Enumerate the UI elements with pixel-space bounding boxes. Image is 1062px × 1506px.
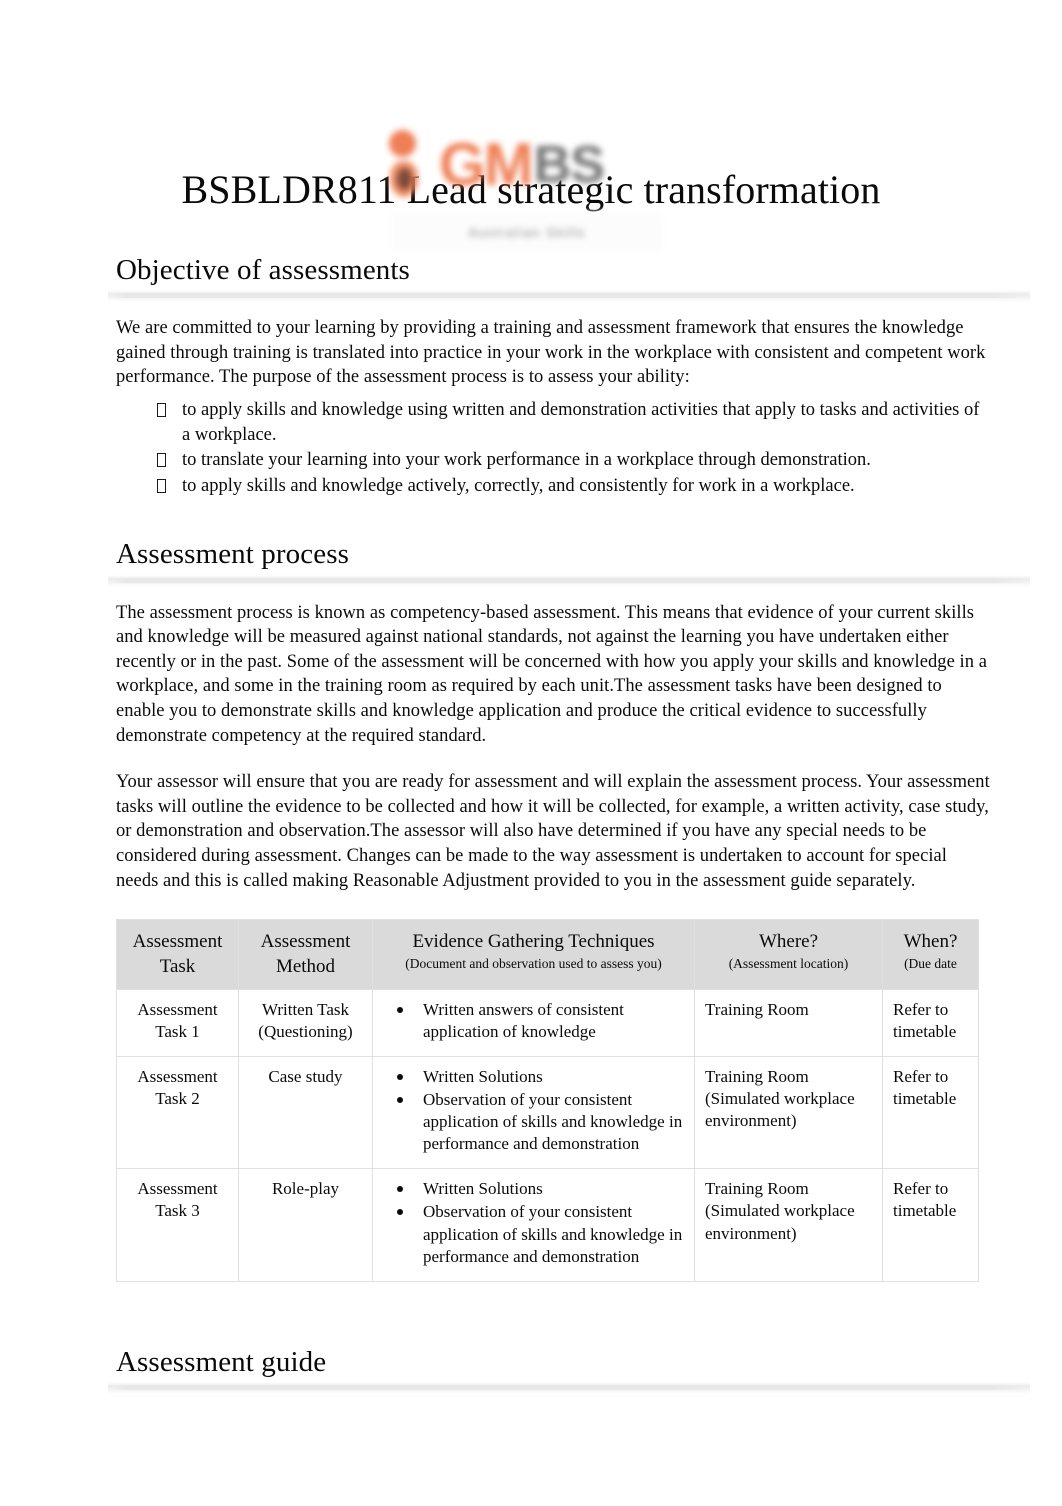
column-header-assessment-method: Assessment Method — [238, 919, 373, 990]
cell-assessment-task: Assessment Task 2 — [116, 1055, 239, 1170]
table-header-row: Assessment Task Assessment Method Eviden… — [116, 919, 979, 990]
logo-mark-icon — [381, 128, 427, 202]
table-row: Assessment Task 3 Role-play Written Solu… — [116, 1168, 979, 1282]
cell-evidence: Written Solutions Observation of your co… — [372, 1055, 695, 1170]
logo-dot-bottom-icon — [390, 161, 418, 197]
cell-when: Refer to timetable — [882, 1168, 979, 1282]
list-item: Written answers of consistent applicatio… — [397, 999, 684, 1043]
missing-glyph-bullet-icon — [157, 478, 166, 493]
column-header-sublabel: (Document and observation used to assess… — [405, 955, 662, 971]
logo-subtitle-band: Australian Skills — [391, 212, 663, 252]
list-item-label: to apply skills and knowledge actively, … — [182, 475, 855, 496]
cell-where: Training Room (Simulated workplace envir… — [694, 1168, 883, 1282]
column-header-label: When? — [903, 931, 958, 953]
list-item-label: Observation of your consistent applicati… — [423, 1202, 683, 1266]
cell-when: Refer to timetable — [882, 1055, 979, 1170]
cell-when: Refer to timetable — [882, 988, 979, 1058]
column-header-where: Where? (Assessment location) — [694, 919, 883, 990]
list-item: Observation of your consistent applicati… — [397, 1089, 684, 1155]
table-row: Assessment Task 1 Written Task (Question… — [116, 988, 979, 1058]
heading-divider — [108, 290, 1030, 303]
logo-wordmark: GM BS — [427, 128, 681, 202]
list-item: to apply skills and knowledge using writ… — [154, 398, 990, 447]
heading-divider — [108, 574, 1030, 587]
objective-paragraph: We are committed to your learning by pro… — [116, 318, 986, 388]
list-item: Written Solutions — [397, 1066, 684, 1088]
round-bullet-icon — [397, 1186, 403, 1193]
table-header: Assessment Task Assessment Method Eviden… — [116, 919, 979, 990]
missing-glyph-bullet-icon — [157, 453, 166, 468]
round-bullet-icon — [397, 1209, 403, 1216]
logo-word-secondary: BS — [533, 136, 605, 194]
process-paragraph-1: The assessment process is known as compe… — [116, 602, 987, 746]
column-header-evidence-gathering-techniques: Evidence Gathering Techniques (Document … — [372, 919, 695, 990]
cell-assessment-method: Case study — [238, 1055, 373, 1170]
process-paragraph-2: Your assessor will ensure that you are r… — [116, 772, 990, 891]
column-header-label: Evidence Gathering Techniques — [412, 931, 655, 953]
evidence-list: Written answers of consistent applicatio… — [383, 999, 684, 1043]
cell-assessment-task: Assessment Task 1 — [116, 988, 239, 1058]
list-item: to apply skills and knowledge actively, … — [154, 474, 990, 499]
cell-assessment-method: Role-play — [238, 1168, 373, 1282]
list-item-label: Written Solutions — [423, 1179, 543, 1199]
column-header-label: Assessment Method — [260, 931, 351, 977]
column-header-label: Where? — [758, 931, 819, 953]
round-bullet-icon — [397, 1097, 403, 1104]
cell-where: Training Room (Simulated workplace envir… — [694, 1055, 883, 1170]
objective-bullet-list: to apply skills and knowledge using writ… — [116, 398, 990, 498]
table-body: Assessment Task 1 Written Task (Question… — [116, 988, 979, 1282]
list-item: Written Solutions — [397, 1178, 684, 1200]
list-item-label: to translate your learning into your wor… — [182, 450, 871, 471]
cell-evidence: Written answers of consistent applicatio… — [372, 988, 695, 1058]
cell-where: Training Room — [694, 988, 883, 1058]
cell-assessment-method: Written Task (Questioning) — [238, 988, 373, 1058]
table-row: Assessment Task 2 Case study Written Sol… — [116, 1055, 979, 1170]
logo-word-primary: GM — [439, 131, 534, 198]
list-item-label: Written answers of consistent applicatio… — [423, 999, 624, 1041]
list-item: Observation of your consistent applicati… — [397, 1201, 684, 1267]
list-item-label: to apply skills and knowledge using writ… — [182, 400, 980, 445]
logo-dot-top-icon — [389, 130, 416, 157]
heading-assessment-process: Assessment process — [116, 538, 349, 571]
heading-divider — [108, 1382, 1030, 1394]
logo-subtitle-text: Australian Skills — [468, 224, 586, 240]
evidence-list: Written Solutions Observation of your co… — [383, 1066, 684, 1155]
evidence-list: Written Solutions Observation of your co… — [383, 1178, 684, 1267]
assessment-tasks-table: Assessment Task Assessment Method Eviden… — [116, 919, 979, 1282]
cell-assessment-task: Assessment Task 3 — [116, 1168, 239, 1282]
column-header-sublabel: (Due date — [904, 955, 957, 971]
logo-row: GM BS — [381, 128, 681, 202]
round-bullet-icon — [397, 1074, 403, 1080]
logo-block: GM BS Australian Skills — [0, 0, 1062, 252]
missing-glyph-bullet-icon — [157, 403, 166, 418]
list-item: to translate your learning into your wor… — [154, 448, 990, 473]
document-page: GM BS Australian Skills BSBLDR811 Lead s… — [0, 0, 1062, 1506]
column-header-when: When? (Due date — [882, 919, 979, 990]
cell-evidence: Written Solutions Observation of your co… — [372, 1168, 695, 1282]
organisation-logo: GM BS Australian Skills — [381, 120, 681, 265]
round-bullet-icon — [397, 1006, 403, 1013]
heading-assessment-guide: Assessment guide — [116, 1345, 327, 1378]
document-content: Objective of assessments We are committe… — [0, 252, 1062, 1394]
column-header-assessment-task: Assessment Task — [116, 919, 239, 990]
column-header-label: Assessment Task — [132, 931, 223, 977]
list-item-label: Observation of your consistent applicati… — [423, 1090, 683, 1154]
list-item-label: Written Solutions — [423, 1067, 543, 1086]
column-header-sublabel: (Assessment location) — [728, 955, 849, 971]
